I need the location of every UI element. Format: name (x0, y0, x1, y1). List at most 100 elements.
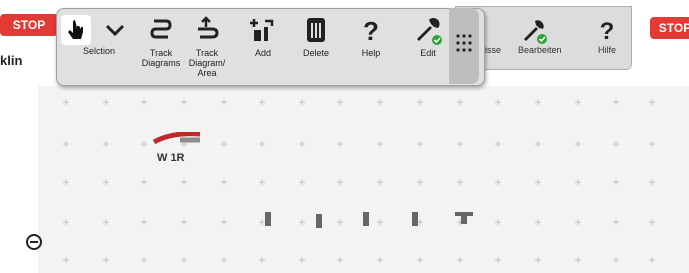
track-grid[interactable]: + + + + + + + + + + + + + + + + + + + + + + + + + + + + + + + + + + + + + + + +… (38, 86, 689, 273)
tool-edit[interactable]: Edit (406, 9, 450, 58)
grid-point: + (534, 95, 542, 109)
grid-point: + (648, 175, 656, 189)
svg-text:?: ? (363, 16, 379, 45)
back-item-bearbeiten-label: Bearbeiten (518, 45, 562, 55)
track-segment[interactable] (412, 212, 418, 226)
tool-help-label: Help (361, 48, 381, 58)
grid-point: + (534, 137, 542, 151)
grid-point: + (140, 175, 148, 189)
grid-point: + (376, 95, 384, 109)
grid-point: + (258, 253, 266, 267)
track-segment[interactable] (316, 214, 322, 228)
grid-point: + (574, 95, 582, 109)
grid-point: + (220, 175, 228, 189)
stop-button-left[interactable]: STOP (0, 14, 58, 36)
grid-point: + (612, 137, 620, 151)
grid-point: + (648, 95, 656, 109)
grid-point: + (416, 137, 424, 151)
grid-point: + (612, 175, 620, 189)
hand-pointer-icon (61, 15, 91, 45)
grid-point: + (376, 253, 384, 267)
toolbar-drag-handle[interactable] (449, 8, 479, 84)
grid-point: + (494, 137, 502, 151)
track-diagram-area-icon (198, 16, 219, 39)
grid-point: + (416, 253, 424, 267)
grid-point: + (336, 137, 344, 151)
wrench-icon (524, 20, 547, 44)
grid-point: + (494, 253, 502, 267)
grid-point: + (648, 137, 656, 151)
grid-point: + (336, 253, 344, 267)
loco-label: klin (0, 53, 23, 68)
wrench-icon (417, 17, 442, 45)
grid-point: + (258, 95, 266, 109)
grid-point: + (648, 215, 656, 229)
tool-track-diagram-area-label: Track Diagram/ Area (188, 48, 226, 78)
grid-point: + (298, 137, 306, 151)
grid-point: + (416, 175, 424, 189)
zoom-out-icon[interactable] (25, 233, 43, 251)
grid-point: + (494, 215, 502, 229)
help-icon: ? (600, 18, 615, 45)
grid-point: + (456, 95, 464, 109)
track-end-segment[interactable] (453, 210, 475, 226)
tool-delete-label: Delete (302, 48, 329, 58)
tool-track-diagram-area[interactable]: Track Diagram/ Area (185, 9, 229, 78)
grid-point: + (258, 175, 266, 189)
grid-point: + (456, 175, 464, 189)
grid-point: + (220, 95, 228, 109)
grid-point: + (336, 95, 344, 109)
grid-point: + (416, 95, 424, 109)
grid-point: + (612, 95, 620, 109)
grid-point: + (574, 137, 582, 151)
tool-add[interactable]: Add (241, 9, 285, 58)
grid-point: + (574, 215, 582, 229)
tool-selection-label-wrap[interactable]: Selction (74, 43, 124, 56)
grid-point: + (180, 175, 188, 189)
grid-point: + (456, 137, 464, 151)
chevron-down-icon (105, 24, 125, 37)
grid-point: + (574, 175, 582, 189)
grid-point: + (336, 175, 344, 189)
grid-point: + (574, 253, 582, 267)
tool-delete[interactable]: Delete (294, 9, 338, 58)
grid-point: + (102, 215, 110, 229)
grid-point: + (62, 95, 70, 109)
grid-point: + (376, 215, 384, 229)
grid-point: + (180, 95, 188, 109)
grid-point: + (298, 175, 306, 189)
grid-point: + (140, 215, 148, 229)
stop-button-right[interactable]: STOP (650, 17, 689, 39)
tool-add-label: Add (254, 48, 271, 58)
trash-icon (307, 18, 325, 42)
track-segment[interactable] (265, 212, 271, 226)
svg-text:?: ? (600, 18, 615, 45)
grid-point: + (494, 95, 502, 109)
grip-dots-icon (456, 34, 472, 52)
grid-point: + (140, 137, 148, 151)
track-diagrams-icon (150, 19, 172, 39)
grid-point: + (62, 253, 70, 267)
grid-point: + (298, 95, 306, 109)
help-icon: ? (363, 16, 379, 45)
grid-point: + (298, 215, 306, 229)
grid-point: + (534, 253, 542, 267)
grid-point: + (376, 137, 384, 151)
tool-track-diagrams[interactable]: Track Diagrams (139, 9, 183, 68)
grid-point: + (180, 253, 188, 267)
back-item-hilfe-label: Hilfe (597, 45, 616, 55)
tool-edit-label: Edit (420, 48, 436, 58)
grid-point: + (220, 137, 228, 151)
back-item-hilfe[interactable]: ? Hilfe (592, 15, 622, 55)
tool-selection-label: Selction (82, 46, 116, 56)
back-item-bearbeiten[interactable]: Bearbeiten (518, 15, 562, 55)
grid-point: + (456, 253, 464, 267)
track-segment[interactable] (363, 212, 369, 226)
grid-point: + (534, 175, 542, 189)
grid-point: + (534, 215, 542, 229)
toolbar-panel: Selction Track Diagrams Track Diagram/ A… (56, 8, 485, 86)
add-icon (250, 19, 274, 41)
track-diagram-screen: + + + + + + + + + + + + + + + + + + + + + + + + + + + + + + + + + + + + + + + +… (0, 0, 689, 273)
grid-point: + (102, 253, 110, 267)
tool-help[interactable]: ? Help (349, 9, 393, 58)
